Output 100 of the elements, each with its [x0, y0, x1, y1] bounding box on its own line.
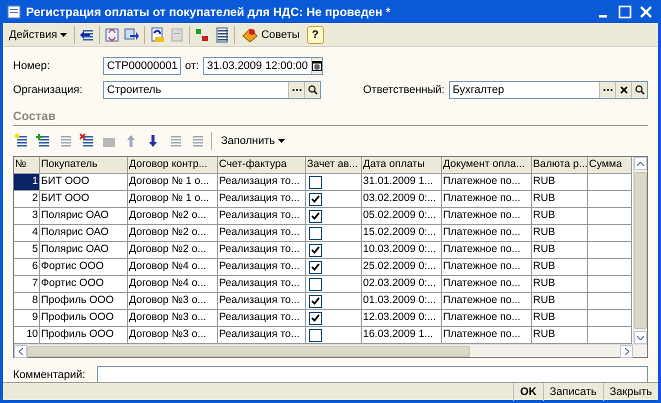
- table-cell: Реализация то...: [218, 242, 306, 259]
- clear-icon[interactable]: [615, 82, 631, 98]
- row-number[interactable]: 5: [14, 242, 40, 259]
- table-cell: 01.03.2009 0:...: [362, 293, 442, 310]
- tips-button[interactable]: Советы: [239, 24, 303, 44]
- copy-row-icon[interactable]: [35, 133, 51, 149]
- table-cell: 15.02.2009 0:...: [362, 225, 442, 242]
- table-cell: [588, 242, 632, 259]
- checkbox[interactable]: [309, 328, 322, 342]
- scroll-down-icon[interactable]: [637, 336, 644, 340]
- column-header[interactable]: Документ опла...: [442, 157, 532, 174]
- window-title: Регистрация оплаты от покупателей для НДС: Не проведен *: [26, 4, 392, 18]
- date-field[interactable]: 31.03.2009 12:00:00: [202, 57, 323, 75]
- row-number[interactable]: 2: [14, 191, 40, 208]
- table-cell: 02.03.2009 0:...: [362, 276, 442, 293]
- horizontal-scrollbar[interactable]: [14, 344, 647, 357]
- row-number[interactable]: 3: [14, 208, 40, 225]
- row-number[interactable]: 4: [14, 225, 40, 242]
- copy-icon[interactable]: [124, 26, 140, 42]
- scroll-up-icon[interactable]: [637, 162, 644, 166]
- row-number[interactable]: 10: [14, 327, 40, 344]
- checkbox[interactable]: [309, 192, 322, 206]
- add-row-icon[interactable]: [13, 133, 29, 149]
- column-header[interactable]: Валюта р...: [532, 157, 588, 174]
- table-cell: [588, 310, 632, 327]
- refresh-icon[interactable]: [104, 26, 120, 42]
- table-cell: Договор №4 о...: [128, 259, 218, 276]
- table-cell: Договор №3 о...: [128, 293, 218, 310]
- number-field[interactable]: СТР00000001: [103, 57, 181, 75]
- table-cell: Полярис ОАО: [40, 208, 128, 225]
- fill-menu[interactable]: Заполнить: [218, 133, 288, 149]
- close-icon[interactable]: [638, 4, 654, 20]
- checkbox[interactable]: [309, 210, 322, 222]
- more-icon[interactable]: [288, 82, 304, 98]
- table-cell: Договор №2 о...: [128, 225, 218, 242]
- dialog-button[interactable]: Закрыть: [602, 382, 658, 400]
- delete-row-icon[interactable]: [79, 133, 95, 149]
- row-number[interactable]: 8: [14, 293, 40, 310]
- help-button[interactable]: ?: [306, 26, 324, 44]
- column-header[interactable]: №: [14, 157, 40, 174]
- table-cell: Платежное по...: [442, 225, 532, 242]
- table-cell: Платежное по...: [442, 276, 532, 293]
- table-cell: 12.03.2009 0:...: [362, 310, 442, 327]
- table-cell: 05.02.2009 0:...: [362, 208, 442, 225]
- column-header[interactable]: Договор контр...: [128, 157, 218, 174]
- checkbox[interactable]: [309, 294, 322, 308]
- calendar-icon[interactable]: [310, 58, 322, 74]
- column-header[interactable]: Дата оплаты: [362, 157, 442, 174]
- checkbox[interactable]: [309, 226, 322, 240]
- column-header[interactable]: Зачет ав...: [306, 157, 362, 174]
- table-cell: [588, 276, 632, 293]
- caret-icon: [278, 139, 286, 143]
- more-icon[interactable]: [599, 82, 615, 98]
- table-cell: Платежное по...: [442, 259, 532, 276]
- table-cell: Реализация то...: [218, 208, 306, 225]
- table-cell: Реализация то...: [218, 225, 306, 242]
- checkbox[interactable]: [309, 176, 322, 188]
- table-cell: Платежное по...: [442, 327, 532, 344]
- checkbox[interactable]: [309, 312, 322, 324]
- table-cell: Реализация то...: [218, 293, 306, 310]
- table-cell: RUB: [532, 276, 588, 293]
- responsible-field[interactable]: Бухгалтер: [448, 81, 648, 99]
- vertical-scrollbar[interactable]: [633, 157, 647, 344]
- report-icon[interactable]: [214, 26, 230, 42]
- table-cell: [588, 327, 632, 344]
- search-icon[interactable]: [304, 82, 320, 98]
- table-cell: RUB: [532, 293, 588, 310]
- maximize-icon[interactable]: [617, 4, 633, 20]
- row-number[interactable]: 1: [14, 174, 40, 191]
- checkbox[interactable]: [309, 278, 322, 290]
- table-cell: Договор №3 о...: [128, 327, 218, 344]
- table-cell: RUB: [532, 225, 588, 242]
- section-title: Состав: [13, 109, 648, 126]
- actions-menu[interactable]: Действия: [6, 26, 70, 42]
- table-cell: Фортис ООО: [40, 276, 128, 293]
- search-icon[interactable]: [631, 82, 647, 98]
- column-header[interactable]: Счет-фактура: [218, 157, 306, 174]
- column-header[interactable]: Сумма: [588, 157, 632, 174]
- table-cell: RUB: [532, 191, 588, 208]
- row-number[interactable]: 7: [14, 276, 40, 293]
- row-number[interactable]: 6: [14, 259, 40, 276]
- dialog-button[interactable]: OK: [513, 382, 543, 400]
- table-cell: Реализация то...: [218, 327, 306, 344]
- organization-field[interactable]: Строитель: [103, 81, 321, 99]
- table-cell: Договор № 1 о...: [128, 191, 218, 208]
- table-cell: БИТ ООО: [40, 191, 128, 208]
- table-cell: Договор №2 о...: [128, 242, 218, 259]
- table-cell: Реализация то...: [218, 191, 306, 208]
- table-cell: RUB: [532, 242, 588, 259]
- table-cell: RUB: [532, 259, 588, 276]
- table-cell: Полярис ОАО: [40, 242, 128, 259]
- scroll-left-icon[interactable]: [18, 348, 22, 354]
- table-cell: Профиль ООО: [40, 327, 128, 344]
- column-header[interactable]: Покупатель: [40, 157, 128, 174]
- checkbox[interactable]: [309, 260, 322, 274]
- row-number[interactable]: 9: [14, 310, 40, 327]
- dialog-button[interactable]: Записать: [542, 382, 603, 400]
- table-cell: Полярис ОАО: [40, 225, 128, 242]
- scroll-right-icon[interactable]: [624, 348, 628, 354]
- checkbox[interactable]: [309, 244, 322, 256]
